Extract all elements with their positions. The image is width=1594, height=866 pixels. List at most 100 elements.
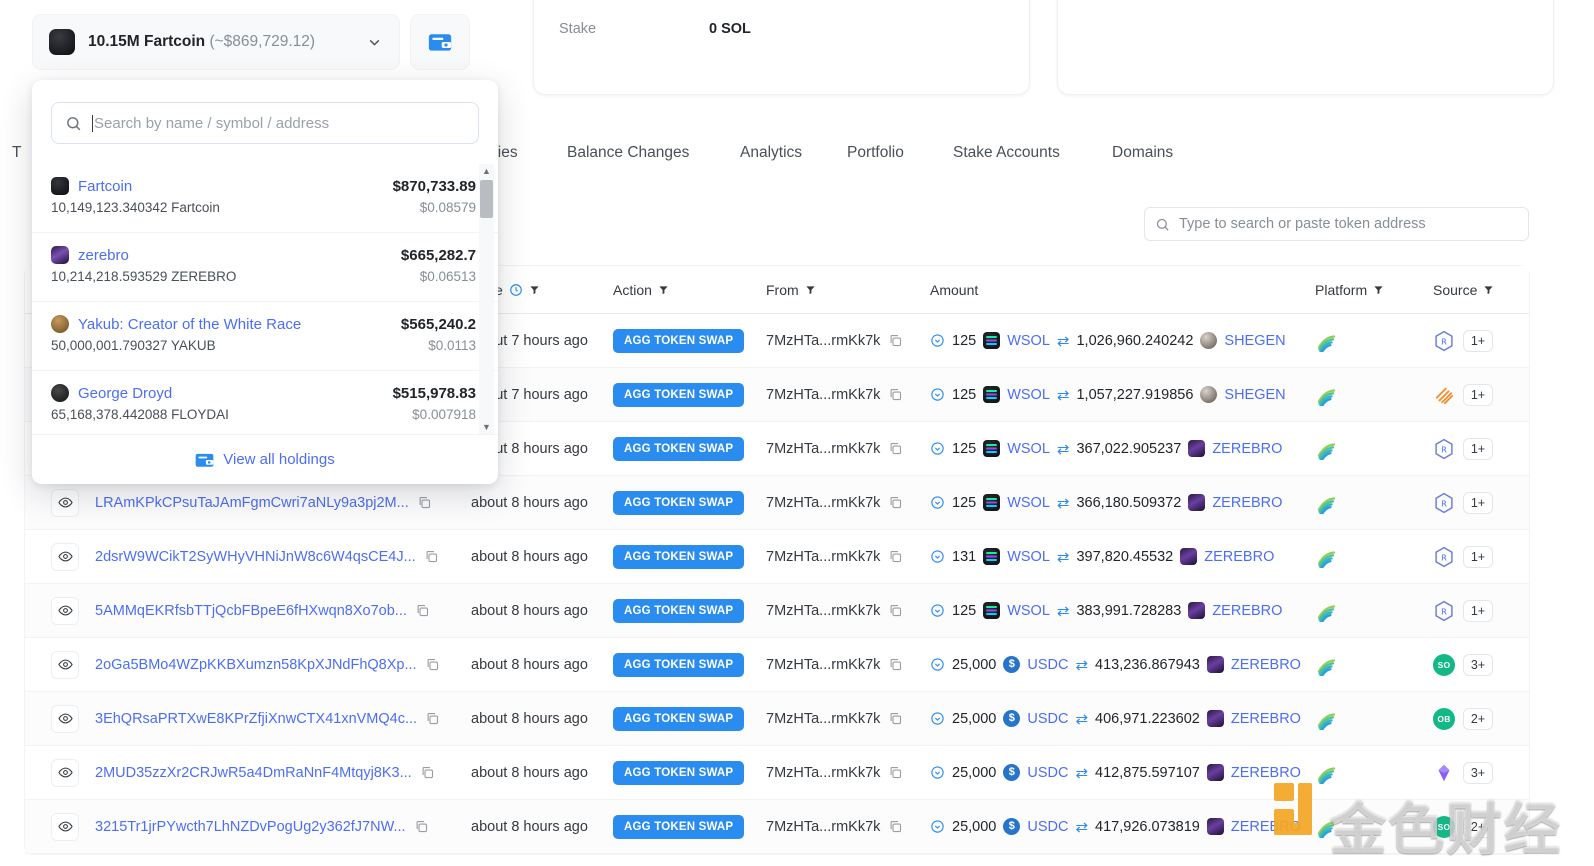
tab-stake-accounts[interactable]: Stake Accounts <box>953 144 1060 162</box>
platform-cell[interactable] <box>1315 330 1339 352</box>
copy-icon[interactable] <box>888 387 903 402</box>
row-toggle-visibility[interactable] <box>51 542 79 571</box>
signature-link[interactable]: 2oGa5BMo4WZpKKBXumzn58KpXJNdFhQ8Xp... <box>95 657 417 673</box>
action-badge[interactable]: AGG TOKEN SWAP <box>613 544 745 569</box>
token-selector-button[interactable]: 10.15M Fartcoin (~$869,729.12) <box>32 14 400 70</box>
from-address[interactable]: 7MzHTa...rmKk7k <box>766 387 880 403</box>
copy-icon[interactable] <box>414 819 429 834</box>
copy-icon[interactable] <box>888 819 903 834</box>
transaction-signature-cell[interactable]: 2oGa5BMo4WZpKKBXumzn58KpXJNdFhQ8Xp... <box>95 657 475 673</box>
eye-icon[interactable] <box>51 758 79 787</box>
holdings-search-input[interactable]: Search by name / symbol / address <box>51 102 479 144</box>
platform-cell[interactable] <box>1315 384 1339 406</box>
filter-icon[interactable] <box>1483 284 1494 296</box>
row-toggle-visibility[interactable] <box>51 650 79 679</box>
holdings-list-item[interactable]: Yakub: Creator of the White Race $565,240… <box>32 302 498 371</box>
copy-icon[interactable] <box>888 441 903 456</box>
row-toggle-visibility[interactable] <box>51 488 79 517</box>
copy-icon[interactable] <box>888 333 903 348</box>
table-row[interactable]: 2oGa5BMo4WZpKKBXumzn58KpXJNdFhQ8Xp... abo… <box>25 638 1529 692</box>
tab-analytics[interactable]: Analytics <box>740 144 802 162</box>
row-toggle-visibility[interactable] <box>51 704 79 733</box>
table-row[interactable]: 2dsrW9WCikT2SyWHyVHNiJnW8c6W4qsCE4J... ab… <box>25 530 1529 584</box>
action-badge[interactable]: AGG TOKEN SWAP <box>613 760 745 785</box>
action-badge[interactable]: AGG TOKEN SWAP <box>613 652 745 677</box>
token-in-symbol[interactable]: WSOL <box>1007 549 1050 565</box>
signature-link[interactable]: 3215Tr1jrPYwcth7LhNZDvPogUg2y362fJ7NW... <box>95 819 406 835</box>
transaction-signature-cell[interactable]: 2dsrW9WCikT2SyWHyVHNiJnW8c6W4qsCE4J... <box>95 549 475 565</box>
header-source[interactable]: Source <box>1433 282 1494 298</box>
action-badge[interactable]: AGG TOKEN SWAP <box>613 706 745 731</box>
table-row[interactable]: 5AMMqEKRfsbTTjQcbFBpeE6fHXwqn8Xo7ob... ab… <box>25 584 1529 638</box>
from-address[interactable]: 7MzHTa...rmKk7k <box>766 441 880 457</box>
source-more-count[interactable]: 2+ <box>1463 707 1493 730</box>
table-row[interactable]: 3EhQRsaPRTXwE8KPrZfjiXnwCTX41xnVMQ4c... a… <box>25 692 1529 746</box>
token-out-symbol[interactable]: ZEREBRO <box>1231 711 1301 727</box>
table-row[interactable]: 3215Tr1jrPYwcth7LhNZDvPogUg2y362fJ7NW...… <box>25 800 1529 854</box>
action-badge[interactable]: AGG TOKEN SWAP <box>613 598 745 623</box>
token-in-symbol[interactable]: WSOL <box>1007 495 1050 511</box>
platform-cell[interactable] <box>1315 654 1339 676</box>
action-badge[interactable]: AGG TOKEN SWAP <box>613 382 745 407</box>
token-in-symbol[interactable]: WSOL <box>1007 387 1050 403</box>
from-address[interactable]: 7MzHTa...rmKk7k <box>766 819 880 835</box>
from-address[interactable]: 7MzHTa...rmKk7k <box>766 765 880 781</box>
token-out-symbol[interactable]: ZEREBRO <box>1231 765 1301 781</box>
platform-cell[interactable] <box>1315 492 1339 514</box>
token-out-symbol[interactable]: ZEREBRO <box>1204 549 1274 565</box>
filter-icon[interactable] <box>658 284 669 296</box>
holding-name[interactable]: George Droyd <box>51 384 172 402</box>
eye-icon[interactable] <box>51 704 79 733</box>
source-more-count[interactable]: 1+ <box>1463 437 1493 460</box>
header-time[interactable]: e <box>495 282 540 298</box>
source-more-count[interactable]: 1+ <box>1463 599 1493 622</box>
copy-icon[interactable] <box>888 657 903 672</box>
filter-icon[interactable] <box>805 284 816 296</box>
filter-icon[interactable] <box>1373 284 1384 296</box>
holding-name[interactable]: Yakub: Creator of the White Race <box>51 315 301 333</box>
copy-icon[interactable] <box>415 603 430 618</box>
tab-balance-changes[interactable]: Balance Changes <box>567 144 689 162</box>
token-out-symbol[interactable]: ZEREBRO <box>1212 441 1282 457</box>
token-out-symbol[interactable]: ZEREBRO <box>1212 495 1282 511</box>
source-more-count[interactable]: 3+ <box>1463 761 1493 784</box>
signature-link[interactable]: 2MUD35zzXr2CRJwR5a4DmRaNnF4Mtqyj8K3... <box>95 765 412 781</box>
token-out-symbol[interactable]: SHEGEN <box>1224 333 1285 349</box>
holding-name[interactable]: zerebro <box>51 246 129 264</box>
header-from[interactable]: From <box>766 282 816 298</box>
signature-link[interactable]: 5AMMqEKRfsbTTjQcbFBpeE6fHXwqn8Xo7ob... <box>95 603 407 619</box>
copy-icon[interactable] <box>888 711 903 726</box>
wallet-button[interactable] <box>410 14 470 70</box>
from-address[interactable]: 7MzHTa...rmKk7k <box>766 657 880 673</box>
view-all-holdings-button[interactable]: View all holdings <box>32 434 498 484</box>
eye-icon[interactable] <box>51 542 79 571</box>
token-in-symbol[interactable]: WSOL <box>1007 441 1050 457</box>
transaction-signature-cell[interactable]: LRAmKPkCPsuTaJAmFgmCwri7aNLy9a3pj2M... <box>95 495 475 511</box>
from-address[interactable]: 7MzHTa...rmKk7k <box>766 333 880 349</box>
token-in-symbol[interactable]: USDC <box>1027 819 1068 835</box>
source-more-count[interactable]: 1+ <box>1463 329 1493 352</box>
source-more-count[interactable]: 3+ <box>1463 653 1493 676</box>
row-toggle-visibility[interactable] <box>51 812 79 841</box>
transaction-signature-cell[interactable]: 2MUD35zzXr2CRJwR5a4DmRaNnF4Mtqyj8K3... <box>95 765 475 781</box>
from-address[interactable]: 7MzHTa...rmKk7k <box>766 549 880 565</box>
eye-icon[interactable] <box>51 812 79 841</box>
token-in-symbol[interactable]: WSOL <box>1007 333 1050 349</box>
table-row[interactable]: 2MUD35zzXr2CRJwR5a4DmRaNnF4Mtqyj8K3... ab… <box>25 746 1529 800</box>
platform-cell[interactable] <box>1315 708 1339 730</box>
token-in-symbol[interactable]: USDC <box>1027 765 1068 781</box>
transaction-signature-cell[interactable]: 5AMMqEKRfsbTTjQcbFBpeE6fHXwqn8Xo7ob... <box>95 603 475 619</box>
scroll-down-icon[interactable]: ▼ <box>479 420 494 434</box>
scroll-up-icon[interactable]: ▲ <box>479 164 494 178</box>
tab-portfolio[interactable]: Portfolio <box>847 144 904 162</box>
action-badge[interactable]: AGG TOKEN SWAP <box>613 328 745 353</box>
tab-transactions[interactable]: T <box>12 144 21 162</box>
holdings-list-item[interactable]: George Droyd $515,978.83 65,168,378.442088… <box>32 371 498 440</box>
action-badge[interactable]: AGG TOKEN SWAP <box>613 436 745 461</box>
row-toggle-visibility[interactable] <box>51 758 79 787</box>
row-toggle-visibility[interactable] <box>51 596 79 625</box>
transaction-signature-cell[interactable]: 3EhQRsaPRTXwE8KPrZfjiXnwCTX41xnVMQ4c... <box>95 711 475 727</box>
source-more-count[interactable]: 2+ <box>1463 815 1493 838</box>
copy-icon[interactable] <box>888 765 903 780</box>
action-badge[interactable]: AGG TOKEN SWAP <box>613 490 745 515</box>
